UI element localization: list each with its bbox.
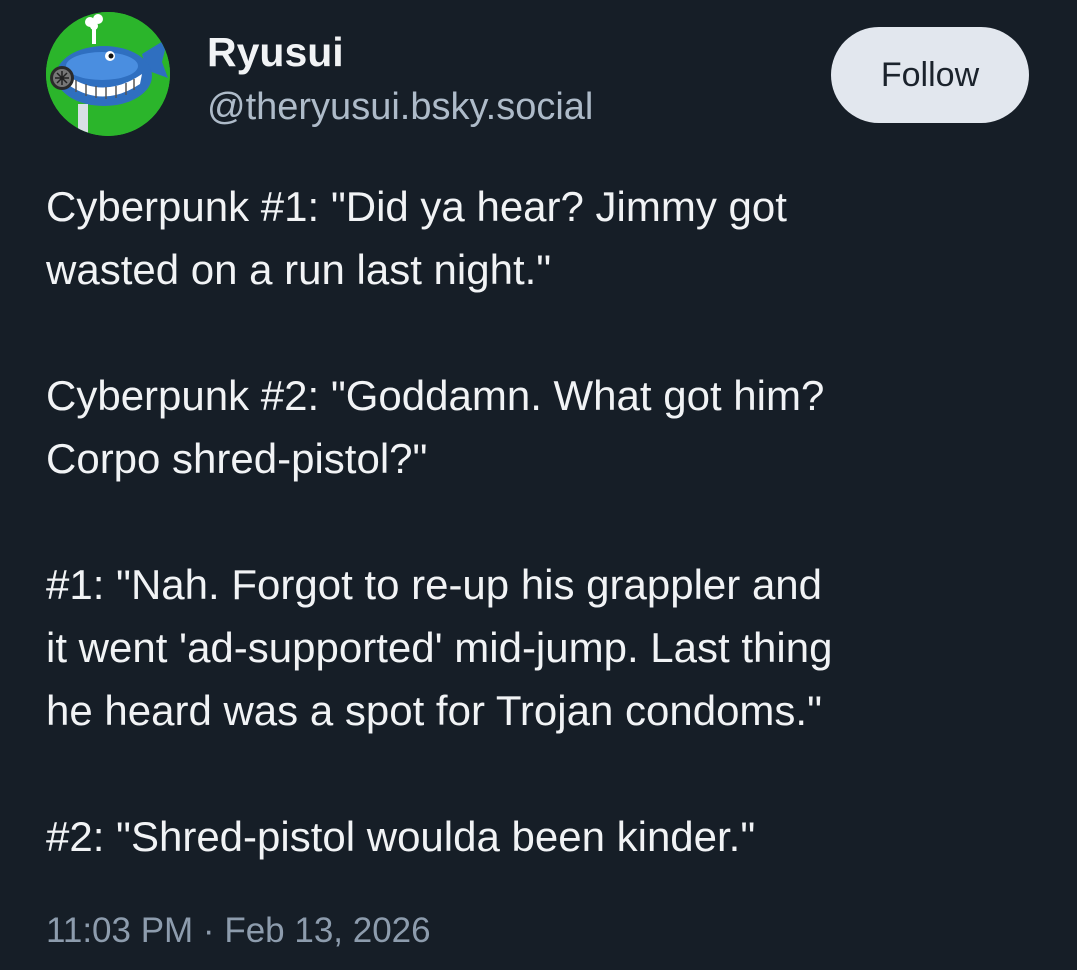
post-header: Ryusui @theryusui.bsky.social Follow bbox=[0, 0, 1077, 150]
whale-avatar-icon bbox=[46, 12, 170, 136]
author-handle[interactable]: @theryusui.bsky.social bbox=[207, 83, 593, 131]
post-paragraph: #2: "Shred-pistol woulda been kinder." bbox=[46, 813, 756, 860]
avatar[interactable] bbox=[46, 12, 170, 136]
post-paragraph: Cyberpunk #2: "Goddamn. What got him? Co… bbox=[46, 372, 825, 482]
post-text: Cyberpunk #1: "Did ya hear? Jimmy got wa… bbox=[46, 175, 1046, 868]
post-card: Ryusui @theryusui.bsky.social Follow Cyb… bbox=[0, 0, 1077, 970]
post-paragraph: #1: "Nah. Forgot to re-up his grappler a… bbox=[46, 561, 833, 734]
author-display-name[interactable]: Ryusui bbox=[207, 26, 344, 78]
follow-button[interactable]: Follow bbox=[831, 27, 1029, 123]
post-paragraph: Cyberpunk #1: "Did ya hear? Jimmy got wa… bbox=[46, 183, 787, 293]
post-timestamp[interactable]: 11:03 PM · Feb 13, 2026 bbox=[46, 907, 431, 955]
